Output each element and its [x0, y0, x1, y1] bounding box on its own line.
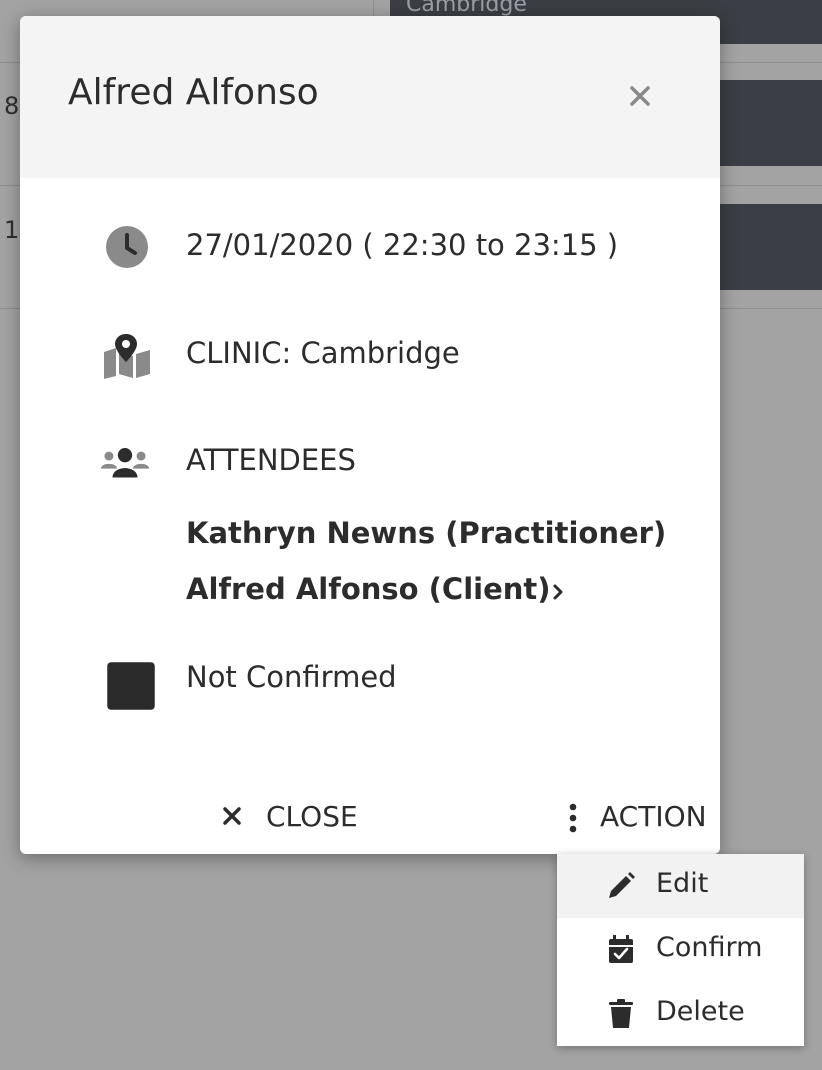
close-button-label: CLOSE: [266, 800, 358, 833]
attendee-practitioner[interactable]: Kathryn Newns (Practitioner): [186, 516, 666, 550]
close-icon[interactable]: [624, 80, 656, 112]
menu-item-edit[interactable]: Edit: [557, 854, 804, 918]
modal-title: Alfred Alfonso: [68, 72, 319, 113]
calendar-check-icon: [609, 935, 633, 963]
calendar-row-number: 8: [4, 92, 20, 120]
modal-header: Alfred Alfonso: [20, 16, 720, 178]
attendees-heading: ATTENDEES: [186, 443, 356, 477]
appointment-status: Not Confirmed: [186, 660, 397, 694]
trash-icon: [609, 999, 633, 1028]
pencil-icon: [609, 872, 635, 898]
menu-item-label: Confirm: [656, 932, 763, 963]
action-menu: Edit Confirm Delete: [557, 854, 804, 1046]
appointment-location: CLINIC: Cambridge: [186, 336, 460, 370]
status-square-icon: [107, 662, 155, 710]
close-icon: [223, 807, 241, 825]
appointment-modal: Alfred Alfonso 27/01/2020 ( 22:30 to 23:…: [20, 16, 720, 854]
calendar-row-number: 1: [4, 216, 20, 244]
menu-item-delete[interactable]: Delete: [557, 982, 804, 1046]
attendee-client[interactable]: Alfred Alfonso (Client): [186, 572, 551, 606]
map-marker-icon: [104, 334, 150, 379]
users-icon: [100, 448, 150, 478]
appointment-datetime: 27/01/2020 ( 22:30 to 23:15 ): [186, 228, 619, 262]
more-vertical-icon: [569, 803, 577, 833]
clock-icon: [106, 226, 148, 268]
menu-item-label: Delete: [656, 996, 745, 1027]
chevron-right-icon[interactable]: [548, 582, 568, 602]
calendar-event-label: Cambridge: [406, 0, 527, 17]
menu-item-label: Edit: [656, 868, 709, 899]
action-button-label: ACTION: [600, 800, 707, 833]
menu-item-confirm[interactable]: Confirm: [557, 918, 804, 982]
